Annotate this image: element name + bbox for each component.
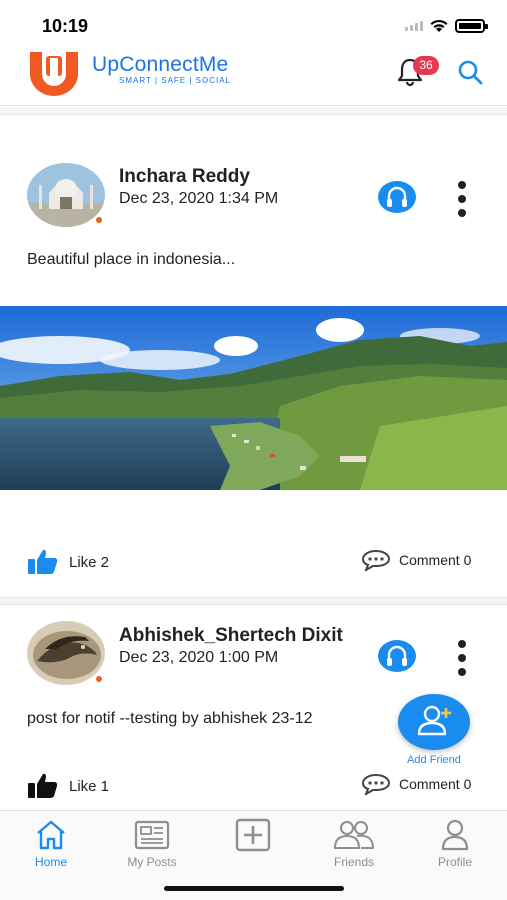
like-label: Like 2 [69,553,110,571]
like-button[interactable]: Like 2 [27,548,109,576]
search-icon[interactable] [456,58,484,86]
status-icons [405,18,488,34]
post-text: Beautiful place in indonesia... [27,251,236,268]
brand-tagline: SMART | SAFE | SOCIAL [119,76,231,85]
brand-name: UpConnectMe [92,53,229,76]
status-time: 10:19 [42,16,89,36]
online-status-dot [94,215,104,225]
profile-icon [441,819,469,851]
nav-my-posts-label: My Posts [127,855,177,869]
comment-icon [361,773,391,795]
thumbs-up-icon [28,549,58,574]
add-user-icon [417,705,451,736]
post-divider [0,107,507,115]
nav-home-label: Home [34,855,67,869]
logo-icon [30,48,78,96]
nav-add-post[interactable] [213,817,293,855]
post-options-button[interactable] [455,640,469,676]
post-author[interactable]: Inchara Reddy [119,166,250,188]
thumbs-up-icon [28,773,58,798]
post-date: Dec 23, 2020 1:34 PM [119,190,279,207]
online-status-dot [94,674,104,684]
like-button[interactable]: Like 1 [27,772,109,800]
comment-button[interactable]: Comment 0 [361,549,471,571]
post-author[interactable]: Abhishek_Shertech Dixit [119,625,343,647]
post-text: post for notif --testing by abhishek 23-… [27,710,313,727]
add-post-icon [235,818,271,852]
headphones-icon [387,186,407,207]
nav-my-posts[interactable]: My Posts [112,817,192,869]
post-image[interactable] [0,306,507,490]
home-indicator [164,886,344,891]
friends-icon [334,821,374,849]
nav-friends[interactable]: Friends [314,817,394,869]
post-divider [0,597,507,605]
post-options-button[interactable] [455,181,469,217]
comment-button[interactable]: Comment 0 [361,773,471,795]
posts-icon [134,820,170,850]
nav-profile-label: Profile [437,855,472,869]
status-bar: 10:19 [0,0,507,44]
nav-home[interactable]: Home [11,817,91,869]
like-label: Like 1 [69,777,110,795]
audio-button[interactable] [378,181,416,213]
avatar[interactable] [27,621,105,685]
app-header: UpConnectMe SMART | SAFE | SOCIAL 36 [0,44,507,106]
post-date: Dec 23, 2020 1:00 PM [119,649,279,666]
wifi-icon [430,19,448,32]
headphones-icon [387,645,407,666]
comment-label: Comment 0 [399,776,472,792]
comment-icon [361,549,391,571]
add-friend-label[interactable]: Add Friend [396,754,472,766]
signal-icon [405,21,423,31]
nav-profile[interactable]: Profile [415,817,495,869]
home-icon [37,820,65,850]
comment-label: Comment 0 [399,552,472,568]
audio-button[interactable] [378,640,416,672]
battery-icon [455,19,488,33]
notification-badge[interactable]: 36 [413,56,439,75]
add-friend-button[interactable] [398,694,470,750]
nav-friends-label: Friends [333,855,374,869]
